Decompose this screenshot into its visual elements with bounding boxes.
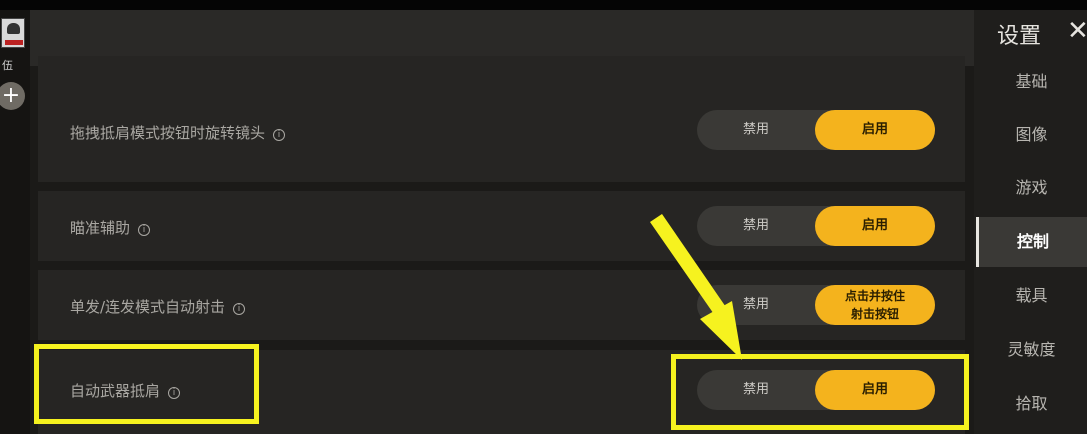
annotation-arrow-icon: [650, 214, 742, 360]
